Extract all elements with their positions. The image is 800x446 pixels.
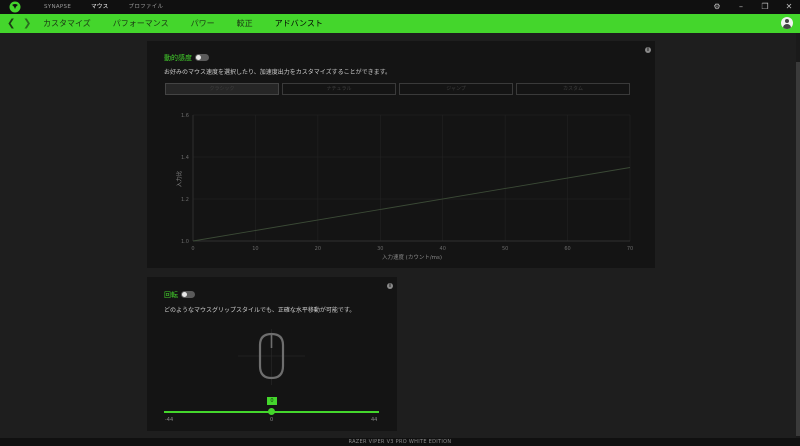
x-tick-label: 10 [252,246,258,252]
close-icon[interactable]: ✕ [784,2,794,12]
slider-max-label: 44 [371,417,378,423]
tab-advanced[interactable]: アドバンスト [275,14,323,33]
chart-axes [192,115,630,242]
rotation-panel: i 回転 どのようなマウスグリップスタイルでも、正確な水平移動が可能です。 0 … [147,277,397,431]
slider-center-label: 0 [270,417,274,423]
back-arrow-icon[interactable]: ❮ [7,14,15,33]
tab-mouse[interactable]: マウス [91,0,108,14]
rotation-value-badge: 0 [267,397,277,405]
y-tick-label: 1.6 [181,113,189,119]
tab-synapse[interactable]: SYNAPSE [44,0,71,14]
restore-icon[interactable]: ❐ [760,2,770,12]
x-axis-label: 入力速度 (カウント/ms) [382,253,442,261]
user-avatar-icon[interactable] [781,17,793,29]
scrollbar-thumb[interactable] [796,62,800,436]
x-tick-label: 60 [564,246,570,252]
chart-tick-labels: 0 10 20 30 40 50 60 70 1.0 1.2 1.4 1.6 [181,113,633,252]
slider-min-label: -44 [165,417,174,423]
title-bar: SYNAPSE マウス プロファイル ⚙ – ❐ ✕ [0,0,800,14]
sub-navigation-bar: ❮ ❯ カスタマイズ パフォーマンス パワー 較正 アドバンスト [0,14,800,33]
y-axis-label: 入力比 [175,170,183,187]
sensitivity-curve-chart[interactable]: 0 10 20 30 40 50 60 70 1.0 1.2 1.4 1.6 入力速度 (カウント/m… [147,41,655,268]
forward-arrow-icon[interactable]: ❯ [23,14,31,33]
x-tick-label: 20 [315,246,321,252]
device-name-footer: RAZER VIPER V3 PRO WHITE EDITION [0,438,800,446]
tab-power[interactable]: パワー [191,14,215,33]
minimize-icon[interactable]: – [736,2,746,12]
razer-logo-icon[interactable] [9,1,21,13]
sub-tabs: カスタマイズ パフォーマンス パワー 較正 アドバンスト [43,14,345,33]
y-tick-label: 1.2 [181,197,189,203]
tab-calibration[interactable]: 較正 [237,14,253,33]
dynamic-sensitivity-panel: i 動的感度 お好みのマウス速度を選択したり、加速度出力をカスタマイズすることが… [147,41,655,268]
settings-gear-icon[interactable]: ⚙ [712,2,722,12]
tab-performance[interactable]: パフォーマンス [113,14,169,33]
history-arrows: ❮ ❯ [7,14,31,33]
chart-series [192,167,631,242]
top-tabs: SYNAPSE マウス プロファイル [44,0,163,14]
x-tick-label: 0 [191,246,194,252]
tab-customize[interactable]: カスタマイズ [43,14,91,33]
x-tick-label: 70 [627,246,633,252]
x-tick-label: 30 [377,246,383,252]
tab-profile[interactable]: プロファイル [129,0,164,14]
y-tick-label: 1.4 [181,155,189,161]
y-tick-label: 1.0 [181,239,189,245]
window-controls: ⚙ – ❐ ✕ [712,0,794,14]
sensitivity-curve-line [192,167,631,242]
x-tick-label: 40 [440,246,446,252]
x-tick-label: 50 [502,246,508,252]
chart-grid [193,114,631,241]
rotation-slider-handle[interactable] [268,408,275,415]
